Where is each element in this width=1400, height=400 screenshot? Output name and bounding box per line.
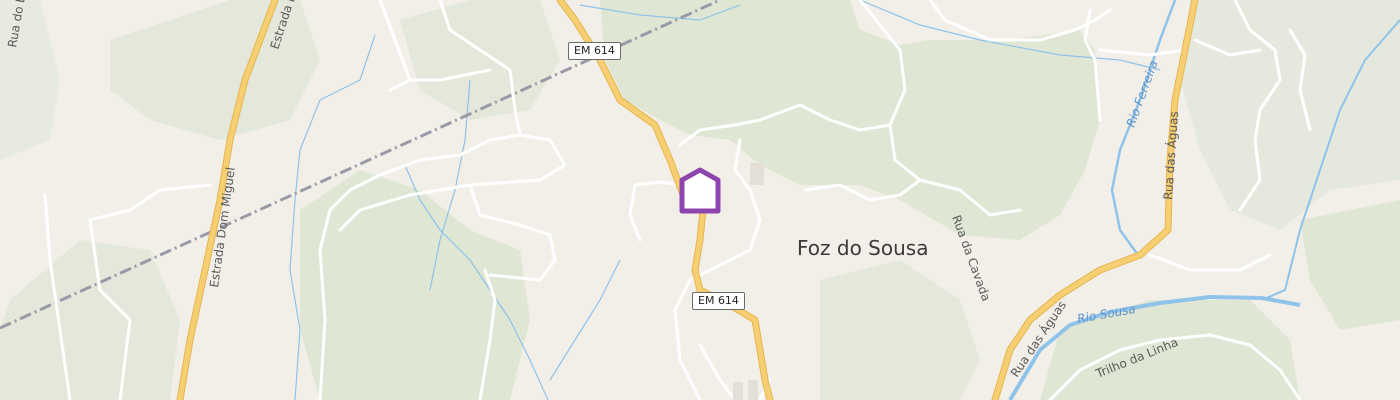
road-shield-lower: EM 614 [692,292,745,310]
map-view[interactable]: Rua do E Estrada Dom Estrada Dom Miguel … [0,0,1400,400]
road-shield-upper: EM 614 [568,42,621,60]
map-canvas: Rua do E Estrada Dom Estrada Dom Miguel … [0,0,1400,400]
home-pin-icon[interactable] [679,167,721,214]
place-label: Foz do Sousa [797,236,929,260]
